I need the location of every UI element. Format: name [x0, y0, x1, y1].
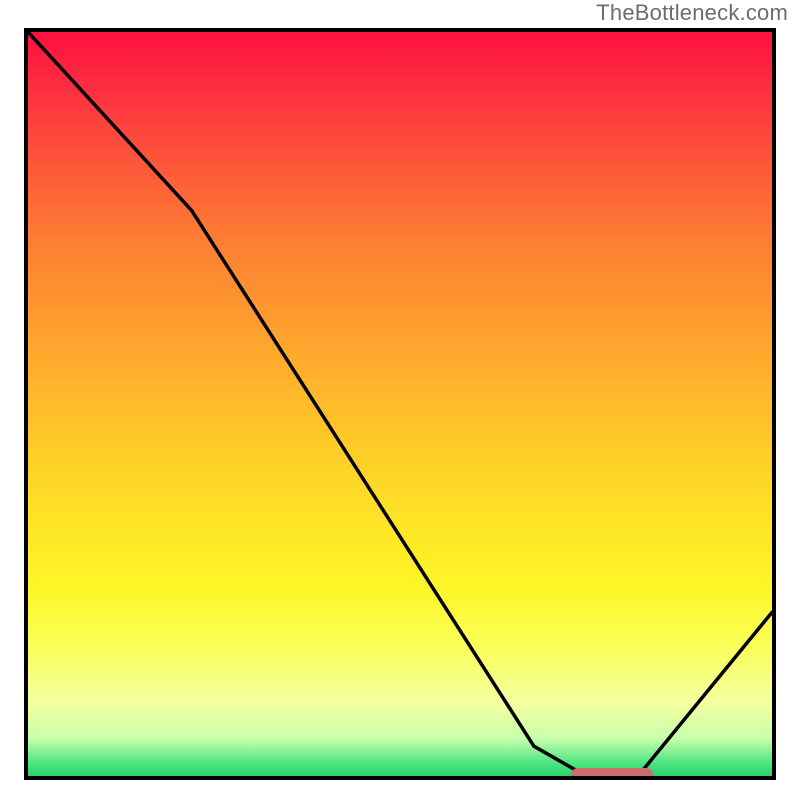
plot-area	[24, 28, 776, 780]
optimum-marker	[571, 768, 653, 780]
bottleneck-curve	[28, 32, 772, 776]
attribution-text: TheBottleneck.com	[596, 0, 788, 26]
chart-container: TheBottleneck.com	[0, 0, 800, 800]
